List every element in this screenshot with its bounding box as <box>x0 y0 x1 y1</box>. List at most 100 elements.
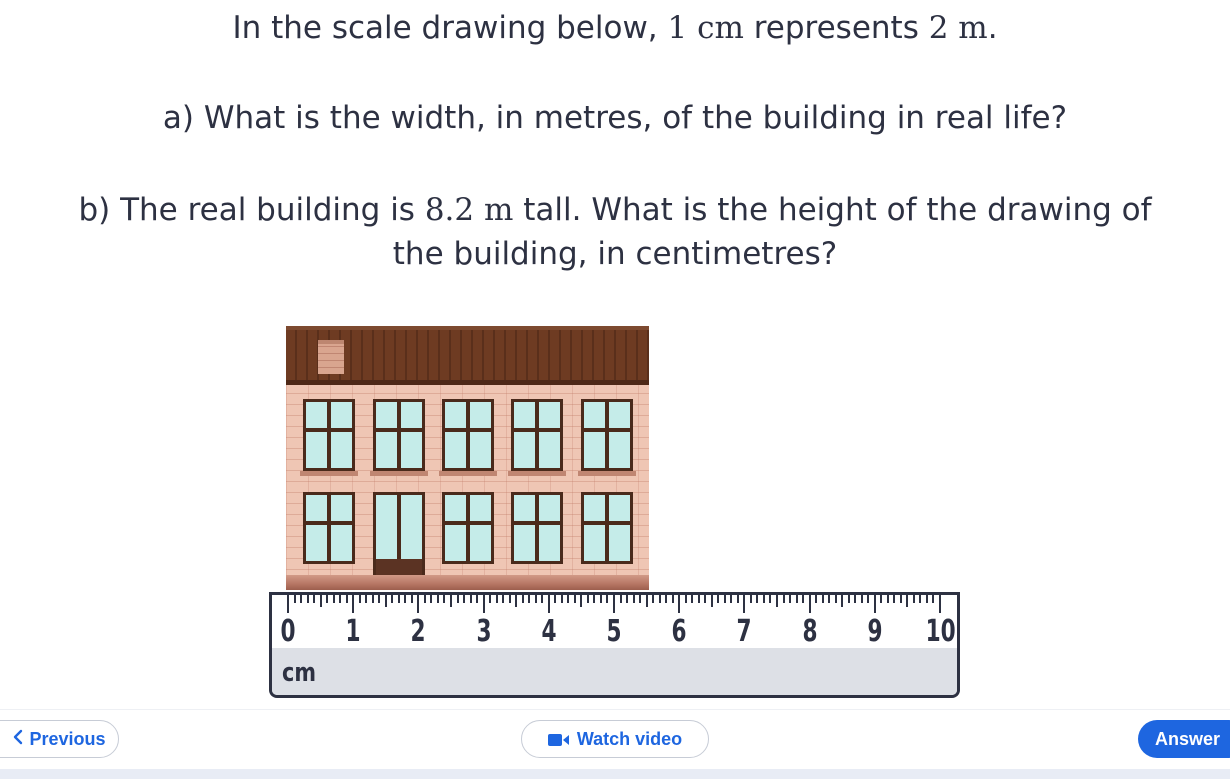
window <box>511 399 563 471</box>
watch-video-label: Watch video <box>576 728 683 749</box>
ruler-minor-tick <box>443 595 446 603</box>
ruler-minor-tick <box>867 595 870 603</box>
ruler-minor-tick <box>567 595 570 603</box>
ruler-minor-tick <box>899 595 902 603</box>
ruler-half-tick <box>841 595 844 607</box>
ruler-half-tick <box>450 595 452 607</box>
ruler-minor-tick <box>632 595 635 603</box>
ruler-minor-tick <box>541 595 544 603</box>
ruler-minor-tick <box>691 595 694 603</box>
ruler-minor-tick <box>313 595 316 603</box>
video-camera-icon <box>547 729 577 750</box>
ruler-minor-tick <box>378 595 381 603</box>
ruler-minor-tick <box>912 595 915 603</box>
ruler-minor-tick <box>671 595 674 603</box>
ruler-minor-tick <box>802 595 805 603</box>
question-part-b: b) The real building is 8.2 m tall. What… <box>0 188 1230 276</box>
ruler-minor-tick <box>626 595 629 603</box>
ruler-minor-tick <box>723 595 726 603</box>
ruler-minor-tick <box>606 595 609 603</box>
ruler: 0 1 2 3 4 5 6 7 8 9 10 cm <box>269 592 960 698</box>
ruler-minor-tick <box>697 595 700 603</box>
ruler-number: 7 <box>736 614 752 649</box>
part-b-text-end: tall. What is the height of the drawing … <box>513 192 1152 228</box>
window-sill <box>370 471 428 476</box>
ruler-minor-tick <box>469 595 472 603</box>
ruler-number: 5 <box>606 614 622 649</box>
ruler-major-tick <box>808 595 811 613</box>
question-part-a: a) What is the width, in metres, of the … <box>162 100 1068 136</box>
ruler-minor-tick <box>528 595 531 603</box>
ruler-minor-tick <box>339 595 342 603</box>
scale-drawing-value: 1 cm <box>667 10 744 46</box>
ruler-major-tick <box>743 595 746 613</box>
ruler-minor-tick <box>358 595 361 603</box>
ruler-number: 10 <box>925 614 956 649</box>
ruler-minor-tick <box>502 595 505 603</box>
ruler-minor-tick <box>521 595 524 603</box>
ruler-minor-tick <box>436 595 439 603</box>
ruler-minor-tick <box>476 595 479 603</box>
window <box>581 492 633 564</box>
ruler-minor-tick <box>423 595 426 603</box>
ruler-number: 2 <box>410 614 426 649</box>
ruler-number: 9 <box>867 614 883 649</box>
ruler-minor-tick <box>821 595 824 603</box>
chevron-left-icon <box>13 729 23 750</box>
part-b-text-line2: the building, in centimetres? <box>392 236 838 272</box>
watch-video-button[interactable]: Watch video <box>521 720 709 758</box>
ruler-minor-tick <box>404 595 407 603</box>
ruler-half-tick <box>515 595 518 607</box>
ruler-minor-tick <box>508 595 511 603</box>
ruler-minor-tick <box>789 595 792 603</box>
ruler-minor-tick <box>391 595 394 603</box>
real-height-value: 8.2 m <box>424 192 514 228</box>
window <box>303 492 355 564</box>
bottom-strip <box>0 769 1230 779</box>
ruler-number: 8 <box>802 614 818 649</box>
window-sill <box>508 471 566 476</box>
answer-label: Answer <box>1155 728 1221 749</box>
part-b-text-start: b) The real building is <box>78 192 425 228</box>
ruler-minor-tick <box>652 595 655 603</box>
ruler-minor-tick <box>828 595 831 603</box>
building-drawing <box>286 326 649 590</box>
ruler-half-tick <box>319 595 322 607</box>
ruler-half-tick <box>776 595 778 607</box>
ruler-minor-tick <box>489 595 492 603</box>
ruler-major-tick <box>873 595 876 613</box>
ruler-number: 3 <box>476 614 492 649</box>
ruler-minor-tick <box>736 595 739 603</box>
ruler-minor-tick <box>717 595 720 603</box>
building-base <box>286 575 649 590</box>
ruler-minor-tick <box>430 595 433 603</box>
ruler-half-tick <box>645 595 648 607</box>
window-sill <box>300 471 358 476</box>
ruler-major-tick <box>287 595 289 613</box>
ruler-half-tick <box>384 595 387 607</box>
ruler-minor-tick <box>932 595 935 603</box>
ruler-minor-tick <box>365 595 368 603</box>
window <box>581 399 633 471</box>
ruler-half-tick <box>710 595 713 607</box>
ruler-number: 0 <box>280 614 296 649</box>
ruler-minor-tick <box>860 595 863 603</box>
ruler-lower-band <box>272 648 957 695</box>
ruler-minor-tick <box>756 595 759 603</box>
ruler-minor-tick <box>762 595 765 603</box>
ruler-minor-tick <box>658 595 661 603</box>
ruler-minor-tick <box>534 595 537 603</box>
ruler-minor-tick <box>560 595 563 603</box>
ruler-minor-tick <box>886 595 889 603</box>
answer-button[interactable]: Answer <box>1138 720 1230 758</box>
ruler-minor-tick <box>463 595 466 603</box>
ruler-minor-tick <box>665 595 668 603</box>
question-intro: In the scale drawing below, 1 cm represe… <box>0 6 1230 50</box>
ruler-number: 4 <box>541 614 557 649</box>
window-sill <box>439 471 497 476</box>
window <box>442 399 494 471</box>
ruler-minor-tick <box>925 595 928 603</box>
ruler-minor-tick <box>782 595 785 603</box>
ruler-minor-tick <box>300 595 303 603</box>
previous-button[interactable]: Previous <box>0 720 119 758</box>
